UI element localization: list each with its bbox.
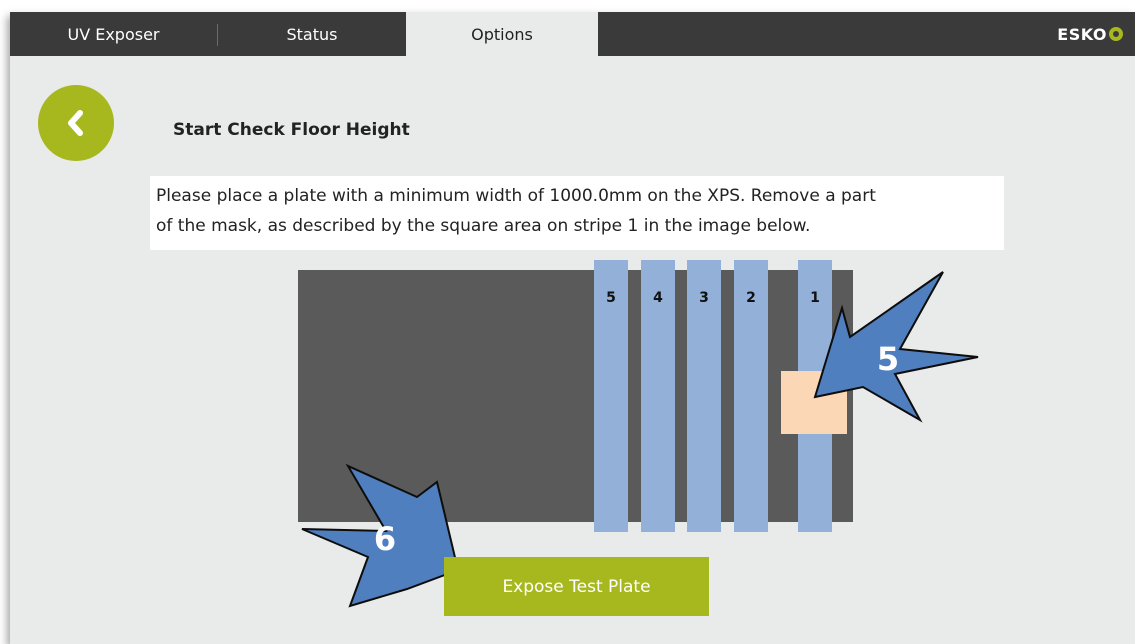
stripe-label-3: 3 <box>699 290 709 306</box>
stripe-label-2: 2 <box>746 290 756 306</box>
callout-5-label: 5 <box>877 340 899 378</box>
stripe-label-1: 1 <box>810 290 820 306</box>
stripe-label-5: 5 <box>606 290 616 306</box>
plate-diagram: 5 4 3 2 1 5 6 <box>298 260 979 608</box>
stripe-label-4: 4 <box>653 290 663 306</box>
callout-6-label: 6 <box>374 520 396 558</box>
app-window: UV Exposer Status Options ESKO Start Che… <box>10 12 1135 644</box>
expose-test-plate-button[interactable]: Expose Test Plate <box>444 557 709 616</box>
